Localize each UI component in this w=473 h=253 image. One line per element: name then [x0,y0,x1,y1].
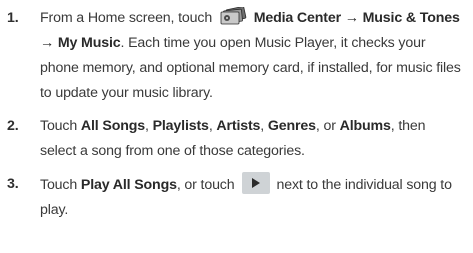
step-1: 1. From a Home screen, touch Media Cente… [0,6,473,106]
option-playlists: Playlists [152,118,209,134]
play-button [241,172,270,194]
step-number: 2. [7,118,19,134]
step-3: 3. Touch Play All Songs, or touch next to… [0,172,473,223]
option-play-all-songs: Play All Songs [80,177,177,193]
step-number: 1. [7,10,19,26]
step-number: 3. [7,176,19,192]
separator: , [144,118,153,134]
step-text: Touch [40,177,81,193]
step-text: From a Home screen, touch [40,10,216,26]
option-albums: Albums [339,118,391,134]
media-center-icon [218,6,248,25]
option-genres: Genres [267,118,316,134]
play-icon [251,178,260,188]
step-2: 2. Touch All Songs, Playlists, Artists , … [0,114,473,164]
step-text: Touch [40,118,81,134]
separator: , [260,118,268,134]
option-artists: Artists [216,118,261,134]
option-all-songs: All Songs [80,118,145,134]
step-text: , or touch [176,177,235,193]
separator: , or [315,118,340,134]
manual-page: 1. From a Home screen, touch Media Cente… [0,0,473,253]
instruction-list: 1. From a Home screen, touch Media Cente… [0,6,473,223]
